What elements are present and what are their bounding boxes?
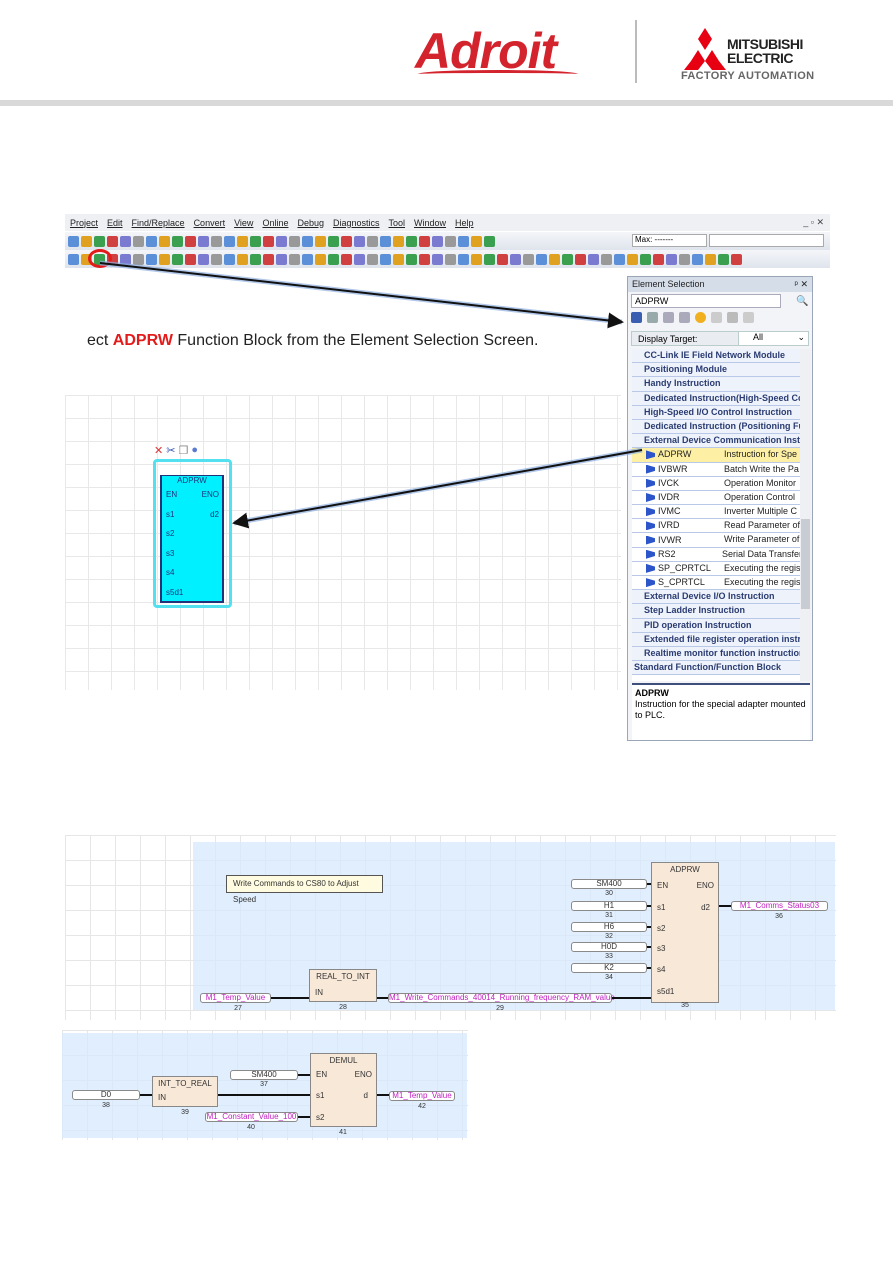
block-number: 31 xyxy=(605,912,613,919)
input-variable[interactable]: H1 xyxy=(571,901,647,911)
input-variable-temp[interactable]: M1_Temp_Value xyxy=(200,993,271,1003)
wire xyxy=(271,997,309,999)
wire xyxy=(140,1094,152,1096)
input-variable[interactable]: SM400 xyxy=(571,879,647,889)
description-text: Instruction for the special adapter moun… xyxy=(635,699,806,720)
block-number: 37 xyxy=(260,1081,268,1088)
comment-box[interactable]: Write Commands to CS80 to Adjust Speed xyxy=(226,875,383,904)
program-block-1 xyxy=(193,842,835,1010)
block-number: 27 xyxy=(234,1005,242,1012)
output-variable-temp[interactable]: M1_Temp_Value xyxy=(389,1091,455,1101)
wire xyxy=(647,946,651,948)
block-number: 30 xyxy=(605,890,613,897)
wire xyxy=(298,1074,310,1076)
block-number: 40 xyxy=(247,1124,255,1131)
write-commands-variable[interactable]: M1_Write_Commands_40014_Running_frequenc… xyxy=(388,993,615,1003)
input-variable[interactable]: H6 xyxy=(571,922,647,932)
annotation-arrows xyxy=(99,260,643,529)
wire xyxy=(647,905,651,907)
wire xyxy=(377,997,388,999)
input-variable[interactable]: H0D xyxy=(571,942,647,952)
block-number: 36 xyxy=(775,913,783,920)
arrow-to-element-selection xyxy=(99,262,624,329)
wire xyxy=(218,1094,310,1096)
input-variable-d0[interactable]: D0 xyxy=(72,1090,140,1100)
input-variable-sm400[interactable]: SM400 xyxy=(230,1070,298,1080)
output-variable[interactable]: M1_Comms_Status03 xyxy=(731,901,828,911)
wire xyxy=(647,883,651,885)
wire xyxy=(647,926,651,928)
wire xyxy=(647,967,651,969)
wire xyxy=(719,905,731,907)
block-number: 33 xyxy=(605,953,613,960)
demul-block[interactable]: DEMUL EN s1 s2 ENO d xyxy=(310,1053,377,1127)
block-number: 39 xyxy=(181,1109,189,1116)
adprw-block[interactable]: ADPRW EN s1 s2 s3 s4 s5d1 ENO d2 xyxy=(651,862,719,1003)
wire xyxy=(377,1094,389,1096)
block-number: 28 xyxy=(339,1004,347,1011)
block-number: 34 xyxy=(605,974,613,981)
block-number: 42 xyxy=(418,1103,426,1110)
block-number: 38 xyxy=(102,1102,110,1109)
constant-variable[interactable]: M1_Constant_Value_100 xyxy=(205,1112,298,1122)
block-number: 32 xyxy=(605,933,613,940)
arrow-to-function-block xyxy=(232,449,643,529)
block-number: 29 xyxy=(496,1005,504,1012)
input-variable[interactable]: K2 xyxy=(571,963,647,973)
wire xyxy=(298,1116,310,1118)
wire xyxy=(612,997,651,999)
real-to-int-block[interactable]: REAL_TO_INT IN xyxy=(309,969,377,1002)
block-number: 41 xyxy=(339,1129,347,1136)
block-number: 35 xyxy=(681,1002,689,1009)
int-to-real-block[interactable]: INT_TO_REAL IN xyxy=(152,1076,218,1107)
